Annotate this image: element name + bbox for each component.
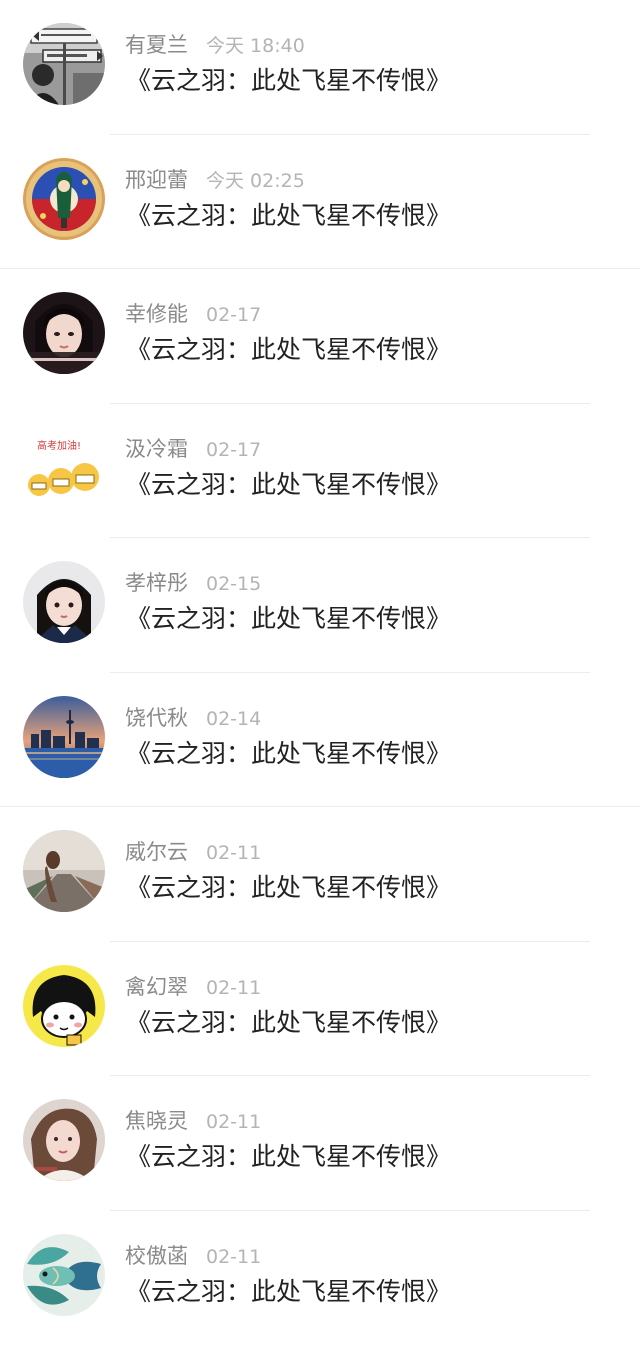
comment-time: 02-17 — [206, 439, 261, 461]
avatar[interactable] — [23, 965, 105, 1047]
child-portrait-avatar-icon — [23, 561, 105, 643]
article-title[interactable]: 《云之羽：此处飞星不传恨》 — [126, 601, 451, 637]
comment-meta: 饶代秋 02-14 — [125, 704, 261, 732]
comment-meta: 有夏兰今天 18:40 — [125, 31, 305, 59]
comment-meta: 禽幻翠 02-11 — [125, 973, 261, 1001]
comment-meta: 汲冷霜 02-17 — [125, 435, 261, 463]
avatar[interactable] — [23, 158, 105, 240]
article-title[interactable]: 《云之羽：此处飞星不传恨》 — [126, 736, 451, 772]
user-name[interactable]: 校傲菡 — [125, 1244, 188, 1268]
comment-time: 今天 18:40 — [206, 35, 305, 57]
comment-meta: 邢迎蕾今天 02:25 — [125, 166, 305, 194]
avatar[interactable] — [23, 23, 105, 105]
comment-meta: 威尔云 02-11 — [125, 838, 261, 866]
user-name[interactable]: 焦晓灵 — [125, 1109, 188, 1133]
cartoon-girl-avatar-icon — [23, 965, 105, 1047]
avatar[interactable] — [23, 561, 105, 643]
article-title[interactable]: 《云之羽：此处飞星不传恨》 — [126, 870, 451, 906]
comment-meta: 孝梓彤 02-15 — [125, 569, 261, 597]
betta-fish-avatar-icon — [23, 1234, 105, 1316]
list-item[interactable]: 幸修能 02-17 《云之羽：此处飞星不传恨》 — [0, 269, 640, 404]
anime-emblem-avatar-icon — [23, 158, 105, 240]
comment-time: 02-11 — [206, 1246, 261, 1268]
article-title[interactable]: 《云之羽：此处飞星不传恨》 — [126, 63, 451, 99]
user-name[interactable]: 汲冷霜 — [125, 437, 188, 461]
rainy-street-avatar-icon — [23, 830, 105, 912]
city-skyline-avatar-icon — [23, 696, 105, 778]
user-name[interactable]: 威尔云 — [125, 840, 188, 864]
avatar[interactable] — [23, 830, 105, 912]
article-title[interactable]: 《云之羽：此处飞星不传恨》 — [126, 1139, 451, 1175]
article-title[interactable]: 《云之羽：此处飞星不传恨》 — [126, 332, 451, 368]
user-name[interactable]: 有夏兰 — [125, 33, 188, 57]
woman-portrait-avatar-icon — [23, 1099, 105, 1181]
comment-time: 02-11 — [206, 842, 261, 864]
list-item[interactable]: 焦晓灵 02-11 《云之羽：此处飞星不传恨》 — [0, 1076, 640, 1211]
user-name[interactable]: 孝梓彤 — [125, 571, 188, 595]
comment-time: 02-15 — [206, 573, 261, 595]
list-item[interactable]: 饶代秋 02-14 《云之羽：此处飞星不传恨》 — [0, 673, 640, 808]
comment-meta: 校傲菡 02-11 — [125, 1242, 261, 1270]
avatar[interactable] — [23, 1099, 105, 1181]
user-name[interactable]: 饶代秋 — [125, 706, 188, 730]
comment-meta: 幸修能 02-17 — [125, 300, 261, 328]
comment-time: 02-14 — [206, 708, 261, 730]
girl-portrait-avatar-icon — [23, 292, 105, 374]
avatar[interactable] — [23, 292, 105, 374]
user-name[interactable]: 禽幻翠 — [125, 975, 188, 999]
list-item[interactable]: 有夏兰今天 18:40 《云之羽：此处飞星不传恨》 — [0, 0, 640, 135]
comment-time: 02-11 — [206, 977, 261, 999]
user-name[interactable]: 邢迎蕾 — [125, 168, 188, 192]
list-item[interactable]: 孝梓彤 02-15 《云之羽：此处飞星不传恨》 — [0, 538, 640, 673]
emoji-cheer-avatar-icon: 高考加油! — [23, 427, 105, 509]
comment-time: 02-17 — [206, 304, 261, 326]
article-title[interactable]: 《云之羽：此处飞星不传恨》 — [126, 1005, 451, 1041]
avatar-caption: 高考加油! — [37, 439, 81, 452]
list-item[interactable]: 禽幻翠 02-11 《云之羽：此处飞星不传恨》 — [0, 942, 640, 1077]
comment-meta: 焦晓灵 02-11 — [125, 1107, 261, 1135]
street-sign-photo-avatar-icon — [23, 23, 105, 105]
list-item[interactable]: 邢迎蕾今天 02:25 《云之羽：此处飞星不传恨》 — [0, 135, 640, 270]
article-title[interactable]: 《云之羽：此处飞星不传恨》 — [126, 198, 451, 234]
list-item[interactable]: 威尔云 02-11 《云之羽：此处飞星不传恨》 — [0, 807, 640, 942]
article-title[interactable]: 《云之羽：此处飞星不传恨》 — [126, 467, 451, 503]
list-item[interactable]: 校傲菡 02-11 《云之羽：此处飞星不传恨》 — [0, 1211, 640, 1345]
list-item[interactable]: 高考加油! 汲冷霜 02-17 《云之羽：此处飞星不传恨》 — [0, 404, 640, 539]
avatar[interactable] — [23, 696, 105, 778]
comment-list: 有夏兰今天 18:40 《云之羽：此处飞星不传恨》 邢迎蕾今天 02:25 《云… — [0, 0, 640, 1345]
article-title[interactable]: 《云之羽：此处飞星不传恨》 — [126, 1274, 451, 1310]
comment-time: 02-11 — [206, 1111, 261, 1133]
avatar[interactable]: 高考加油! — [23, 427, 105, 509]
comment-time: 今天 02:25 — [206, 170, 305, 192]
avatar[interactable] — [23, 1234, 105, 1316]
user-name[interactable]: 幸修能 — [125, 302, 188, 326]
